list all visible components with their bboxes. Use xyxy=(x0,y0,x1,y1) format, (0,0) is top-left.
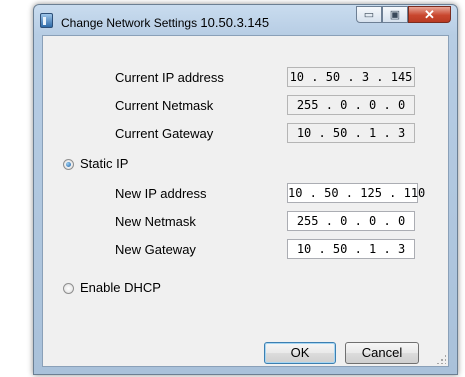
current-netmask-field: 255 . 0 . 0 . 0 xyxy=(287,95,415,115)
new-ip-input[interactable]: 10 . 50 . 125 . 110 xyxy=(287,183,425,203)
maximize-icon: ▣ xyxy=(389,9,401,21)
static-ip-radio[interactable] xyxy=(63,159,74,170)
maximize-button[interactable]: ▣ xyxy=(382,6,408,23)
new-gateway-input[interactable]: 10 . 50 . 1 . 3 xyxy=(287,239,415,259)
new-netmask-label: New Netmask xyxy=(115,214,196,229)
enable-dhcp-radio[interactable] xyxy=(63,283,74,294)
current-gateway-field: 10 . 50 . 1 . 3 xyxy=(287,123,415,143)
new-ip-label: New IP address xyxy=(115,186,207,201)
app-icon xyxy=(40,13,53,28)
title-bar[interactable]: Change Network Settings 10.50.3.145 ▭ ▣ … xyxy=(34,5,457,35)
enable-dhcp-label[interactable]: Enable DHCP xyxy=(80,280,161,295)
new-netmask-input[interactable]: 255 . 0 . 0 . 0 xyxy=(287,211,415,231)
cancel-button[interactable]: Cancel xyxy=(345,342,419,364)
dialog-client-area: Current IP address 10 . 50 . 3 . 145 Cur… xyxy=(42,35,449,367)
resize-grip-icon[interactable] xyxy=(436,354,446,364)
title-prefix: Change Network Settings xyxy=(61,16,198,30)
current-ip-field: 10 . 50 . 3 . 145 xyxy=(287,67,415,87)
static-ip-label[interactable]: Static IP xyxy=(80,156,128,171)
new-gateway-label: New Gateway xyxy=(115,242,196,257)
caption-buttons: ▭ ▣ ✕ xyxy=(356,6,451,24)
current-gateway-label: Current Gateway xyxy=(115,126,214,141)
close-icon: ✕ xyxy=(424,6,435,22)
minimize-icon: ▭ xyxy=(363,9,375,21)
title-ip: 10.50.3.145 xyxy=(200,15,270,30)
minimize-button[interactable]: ▭ xyxy=(356,6,382,23)
current-netmask-label: Current Netmask xyxy=(115,98,214,113)
close-button[interactable]: ✕ xyxy=(408,6,451,23)
ok-button[interactable]: OK xyxy=(264,342,336,364)
window-title: Change Network Settings 10.50.3.145 xyxy=(61,15,269,30)
current-ip-label: Current IP address xyxy=(115,70,224,85)
dialog-window: Change Network Settings 10.50.3.145 ▭ ▣ … xyxy=(33,4,458,375)
